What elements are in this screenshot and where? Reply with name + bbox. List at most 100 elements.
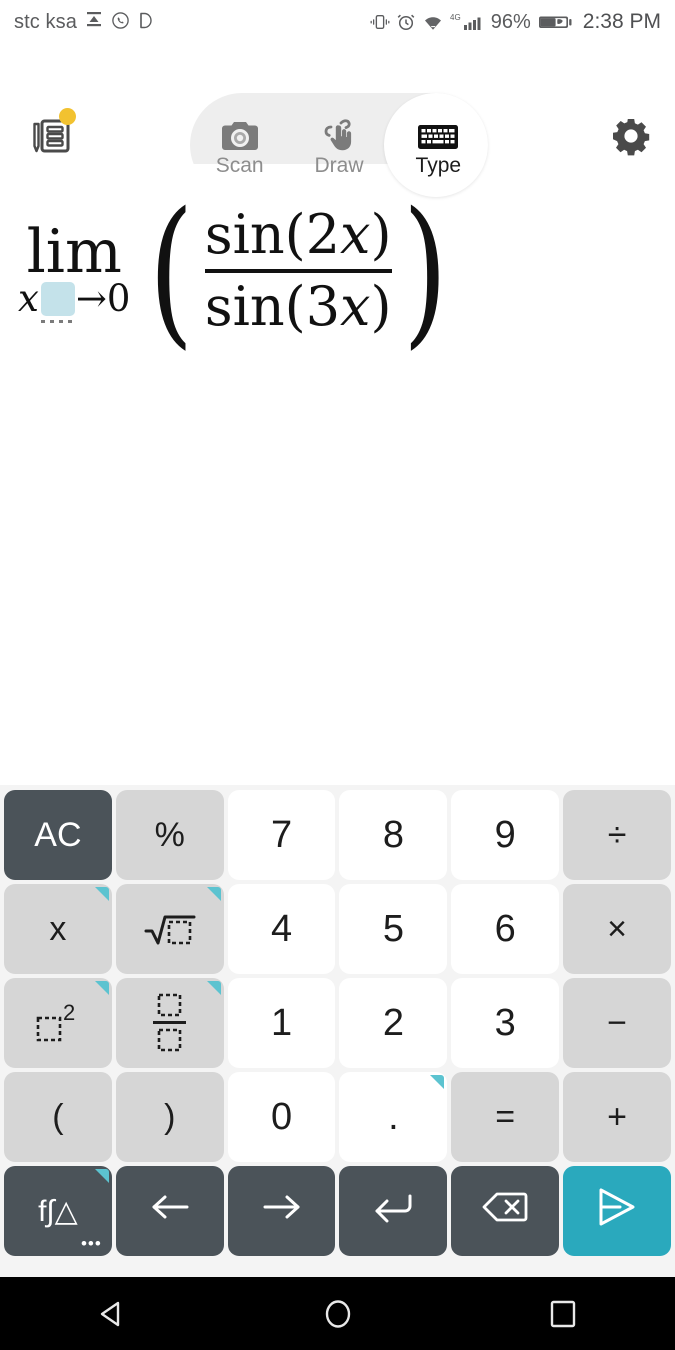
cast-icon: [84, 10, 104, 34]
key-five[interactable]: 5: [339, 884, 448, 974]
key-close-paren[interactable]: ): [115, 1072, 224, 1162]
limit-subscript: x → 0: [18, 277, 131, 323]
limit-variable-label: x: [18, 277, 39, 320]
more-options-marker-icon: [430, 1075, 445, 1089]
fraction-denominator: sin(3x): [205, 275, 392, 339]
key-nine-label: 9: [494, 813, 516, 856]
svg-text:4G: 4G: [450, 13, 461, 22]
key-two[interactable]: 2: [339, 978, 448, 1068]
key-multiply[interactable]: ×: [563, 884, 671, 974]
key-variable-x[interactable]: x: [4, 884, 112, 974]
key-one[interactable]: 1: [227, 978, 336, 1068]
key-multiply-label: ×: [607, 909, 627, 948]
keyboard-icon: [417, 113, 459, 153]
key-variable-x-label: x: [49, 909, 67, 948]
enter-icon: [370, 1189, 416, 1234]
wifi-icon: [422, 12, 444, 32]
mode-scan-label: Scan: [215, 154, 264, 177]
key-equals[interactable]: =: [451, 1072, 560, 1162]
key-equals-label: =: [495, 1097, 516, 1136]
mode-draw[interactable]: Draw: [289, 93, 388, 197]
key-three[interactable]: 3: [451, 978, 560, 1068]
key-divide[interactable]: ÷: [563, 790, 671, 880]
key-zero[interactable]: 0: [227, 1072, 336, 1162]
hand-draw-icon: [319, 113, 359, 153]
open-paren-glyph: (: [149, 177, 195, 364]
nav-back-button[interactable]: [73, 1277, 153, 1350]
key-decimal-point[interactable]: .: [339, 1072, 448, 1162]
signal-4g-icon: 4G: [450, 12, 484, 32]
svg-text:2: 2: [63, 1002, 75, 1025]
status-bar: stc ksa 4G 96% 2:38 PM: [0, 0, 675, 44]
overflow-dots-icon: •••: [80, 1234, 102, 1253]
key-nine[interactable]: 9: [451, 790, 560, 880]
key-minus[interactable]: −: [563, 978, 671, 1068]
denominator-close-paren: ): [370, 275, 392, 338]
key-square-root[interactable]: [115, 884, 224, 974]
do-not-disturb-icon: [137, 11, 154, 34]
fraction-bar: [204, 269, 392, 273]
more-options-marker-icon: [94, 1169, 109, 1183]
triangle-back-icon: [100, 1301, 119, 1326]
key-backspace[interactable]: [451, 1166, 560, 1256]
settings-button[interactable]: [607, 112, 655, 160]
status-bar-right: 4G 96% 2:38 PM: [370, 10, 675, 34]
more-options-marker-icon: [206, 981, 221, 995]
alarm-icon: [396, 12, 416, 32]
key-percent-label: %: [154, 815, 185, 854]
power-glyph: 2: [32, 1002, 84, 1044]
mode-type[interactable]: Type: [389, 93, 488, 197]
key-enter[interactable]: [339, 1166, 448, 1256]
limit-target-label: 0: [106, 277, 131, 320]
whatsapp-icon: [111, 11, 130, 34]
carrier-label: stc ksa: [14, 10, 77, 33]
nav-home-button[interactable]: [298, 1277, 378, 1350]
key-submit[interactable]: [563, 1166, 671, 1256]
more-options-marker-icon: [94, 981, 109, 995]
key-eight-label: 8: [382, 813, 404, 856]
key-open-paren-label: (: [52, 1097, 64, 1136]
limit-operator-group: lim x → 0: [18, 217, 131, 323]
math-keypad[interactable]: AC % 7 8 9 ÷ x 4 5 6 × 2 1 2 3 − () 0 .…: [0, 785, 675, 1277]
key-percent[interactable]: %: [115, 790, 224, 880]
mode-draw-label: Draw: [314, 154, 364, 177]
backspace-icon: [480, 1190, 530, 1233]
limit-operator-label: lim: [26, 217, 122, 287]
square-recents-icon: [550, 1300, 575, 1327]
key-plus[interactable]: +: [563, 1072, 671, 1162]
key-decimal-point-label: .: [388, 1095, 399, 1138]
battery-percent-label: 96%: [490, 10, 531, 33]
denominator-function: sin(: [204, 275, 306, 338]
mode-scan[interactable]: Scan: [190, 93, 289, 197]
more-options-marker-icon: [94, 887, 109, 901]
key-arrow-right[interactable]: [227, 1166, 336, 1256]
limit-arrow-label: →: [75, 277, 107, 320]
input-mode-switcher[interactable]: Scan Draw Type: [190, 93, 488, 197]
nav-recents-button[interactable]: [523, 1277, 603, 1350]
more-options-marker-icon: [206, 887, 221, 901]
fraction: sin(2x) sin(3x): [204, 203, 392, 339]
key-power[interactable]: 2: [4, 978, 112, 1068]
key-six[interactable]: 6: [451, 884, 560, 974]
key-fraction[interactable]: [115, 978, 224, 1068]
key-ac[interactable]: AC: [4, 790, 112, 880]
keypad-row: x 4 5 6 ×: [4, 884, 671, 974]
keypad-row: AC % 7 8 9 ÷: [4, 790, 671, 880]
key-arrow-left[interactable]: [115, 1166, 224, 1256]
clock-label: 2:38 PM: [582, 10, 661, 33]
text-cursor[interactable]: [40, 282, 75, 323]
key-open-paren[interactable]: (: [4, 1072, 112, 1162]
key-more-functions-label: f∫△: [38, 1194, 78, 1228]
keypad-row: ( ) 0 . = +: [4, 1072, 671, 1162]
square-root-glyph: [143, 909, 197, 949]
denominator-variable: x: [340, 275, 371, 338]
history-button[interactable]: [20, 108, 78, 160]
key-eight[interactable]: 8: [339, 790, 448, 880]
arrow-right-icon: [259, 1190, 305, 1233]
key-seven[interactable]: 7: [227, 790, 336, 880]
expression-canvas[interactable]: lim x → 0 ( sin(2x) sin(3x) ): [0, 164, 675, 785]
key-four[interactable]: 4: [227, 884, 336, 974]
math-expression[interactable]: lim x → 0 ( sin(2x) sin(3x) ): [18, 177, 456, 364]
key-more-functions[interactable]: f∫△ •••: [4, 1166, 112, 1256]
fraction-numerator: sin(2x): [205, 203, 392, 267]
